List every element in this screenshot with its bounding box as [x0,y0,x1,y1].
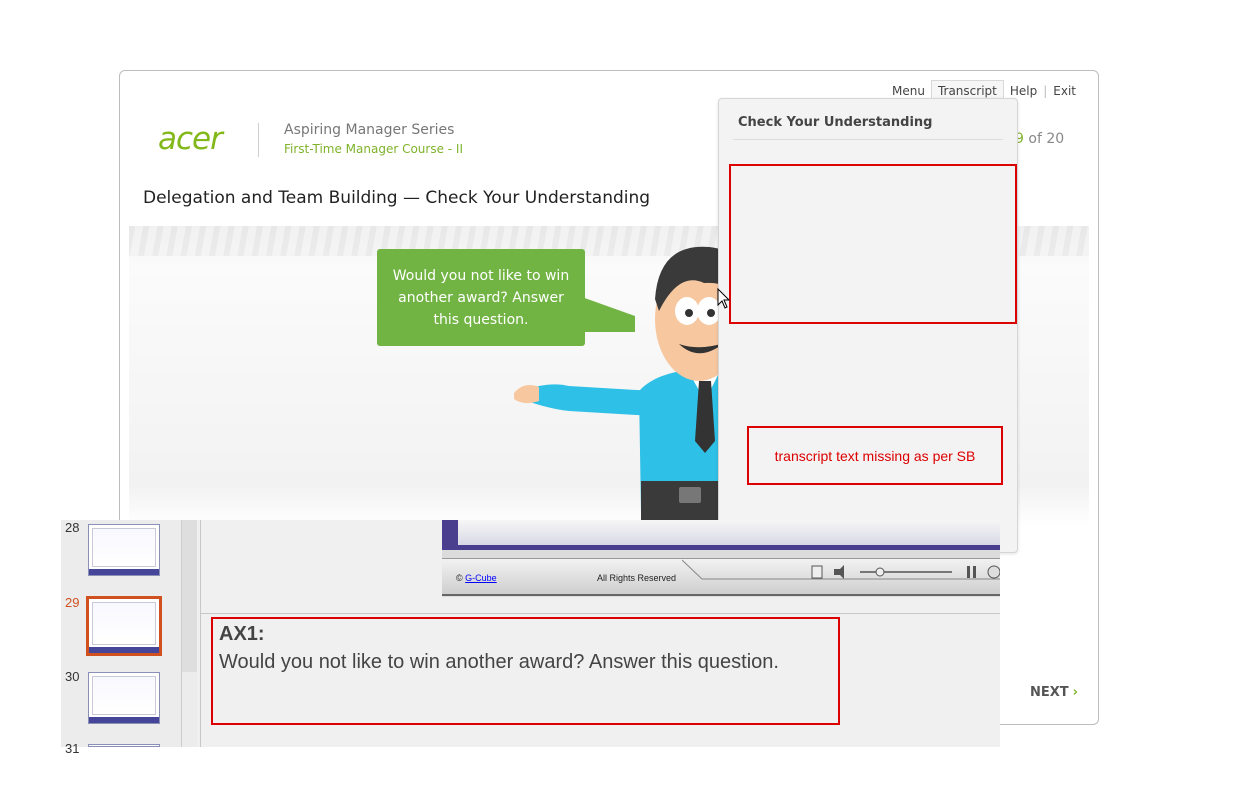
next-button[interactable]: NEXT › [1030,685,1078,700]
player-control-icons [682,559,1000,580]
page-total: of 20 [1023,131,1065,147]
missing-transcript-note: transcript text missing as per SB [747,426,1003,485]
transcript-divider [733,139,1003,140]
rights-text: All Rights Reserved [597,573,677,583]
empty-transcript-annotation [729,164,1017,324]
slide-thumbnail-selected[interactable] [86,596,162,656]
player-controls [442,558,1000,596]
transcript-title: Check Your Understanding [738,115,933,130]
pause-icon [967,566,970,578]
thumb-number: 30 [65,669,80,684]
thumb-number: 28 [65,520,80,535]
slide-title: Delegation and Team Building — Check You… [143,188,651,208]
notes-icon [811,565,823,579]
mouse-cursor-icon [717,288,731,309]
notes-separator [200,613,1000,614]
replay-icon [987,565,1000,579]
presenter-character [514,246,749,531]
volume-knob [875,567,885,577]
notes-label: AX1: [219,623,265,645]
thumb-number: 31 [65,741,80,756]
slide-thumbnail[interactable] [88,672,160,724]
notes-annotation-box: AX1: Would you not like to win another a… [211,617,840,725]
transcript-panel: Check Your Understanding transcript text… [718,98,1018,553]
slide-thumbnail[interactable] [88,524,160,576]
next-label: NEXT [1030,685,1069,700]
volume-icon [834,565,844,579]
slide-thumbnail[interactable] [88,744,160,747]
series-title: Aspiring Manager Series [284,122,455,138]
thumb-number: 29 [65,595,80,610]
page-counter: 9 of 20 [1015,131,1064,147]
exit-link[interactable]: Exit [1047,82,1082,100]
slide-thumbnail-panel: 28 29 30 31 [61,520,181,756]
thumbnail-scroll-track[interactable] [181,672,197,747]
copyright: © G-Cube [456,573,497,583]
logo-divider [258,123,259,157]
notes-text[interactable]: Would you not like to win another award?… [219,651,779,674]
g-cube-link[interactable]: G-Cube [465,573,497,583]
player-preview: © G-Cube All Rights Reserved [442,520,1000,597]
panel-divider [200,520,201,747]
thumbnail-scrollbar[interactable] [181,520,197,672]
player-screen [458,520,1000,545]
copyright-symbol: © [456,573,463,583]
chevron-right-icon: › [1072,685,1079,700]
editor-overlay: 28 29 30 31 © G-Cube All Rights Reserved… [61,520,1000,756]
acer-logo: acer [158,121,223,157]
course-title: First-Time Manager Course - II [284,142,464,156]
player-frame [442,520,1000,550]
